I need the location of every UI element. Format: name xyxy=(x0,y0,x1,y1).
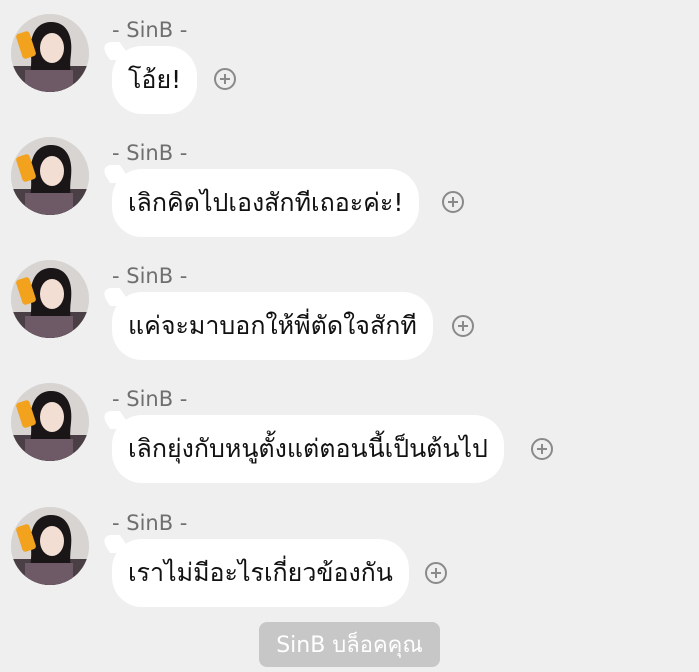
message-bubble[interactable]: เลิกยุ่งกับหนูตั้งแต่ตอนนี้เป็นต้นไป xyxy=(112,415,504,483)
message-bubble[interactable]: โอ้ย! xyxy=(112,46,198,114)
message-bubble[interactable]: แค่จะมาบอกให้พี่ตัดใจสักที xyxy=(112,292,433,360)
chat-message: - SinB - เลิกคิดไปเองสักทีเถอะค่ะ! xyxy=(0,123,699,243)
block-notice: SinB บล็อคคุณ xyxy=(259,622,440,667)
plus-circle-icon[interactable] xyxy=(214,68,236,90)
sender-name: - SinB - xyxy=(112,18,188,42)
sender-name: - SinB - xyxy=(112,511,188,535)
plus-circle-icon[interactable] xyxy=(452,315,474,337)
avatar[interactable] xyxy=(11,14,89,92)
chat-message: - SinB - เลิกยุ่งกับหนูตั้งแต่ตอนนี้เป็น… xyxy=(0,369,699,489)
message-text: เราไม่มีอะไรเกี่ยวข้องกัน xyxy=(128,558,393,587)
sender-name: - SinB - xyxy=(112,141,188,165)
chat-message: - SinB - เราไม่มีอะไรเกี่ยวข้องกัน xyxy=(0,493,699,613)
chat-message: - SinB - แค่จะมาบอกให้พี่ตัดใจสักที xyxy=(0,246,699,366)
message-bubble[interactable]: เราไม่มีอะไรเกี่ยวข้องกัน xyxy=(112,539,409,607)
avatar[interactable] xyxy=(11,507,89,585)
avatar[interactable] xyxy=(11,137,89,215)
message-text: เลิกคิดไปเองสักทีเถอะค่ะ! xyxy=(128,188,404,217)
plus-circle-icon[interactable] xyxy=(442,191,464,213)
plus-circle-icon[interactable] xyxy=(425,562,447,584)
sender-name: - SinB - xyxy=(112,264,188,288)
message-text: เลิกยุ่งกับหนูตั้งแต่ตอนนี้เป็นต้นไป xyxy=(128,434,488,463)
message-text: แค่จะมาบอกให้พี่ตัดใจสักที xyxy=(128,311,417,340)
plus-circle-icon[interactable] xyxy=(531,438,553,460)
avatar[interactable] xyxy=(11,383,89,461)
avatar[interactable] xyxy=(11,260,89,338)
chat-message: - SinB - โอ้ย! xyxy=(0,0,699,120)
message-bubble[interactable]: เลิกคิดไปเองสักทีเถอะค่ะ! xyxy=(112,169,420,237)
sender-name: - SinB - xyxy=(112,387,188,411)
message-text: โอ้ย! xyxy=(128,65,182,94)
